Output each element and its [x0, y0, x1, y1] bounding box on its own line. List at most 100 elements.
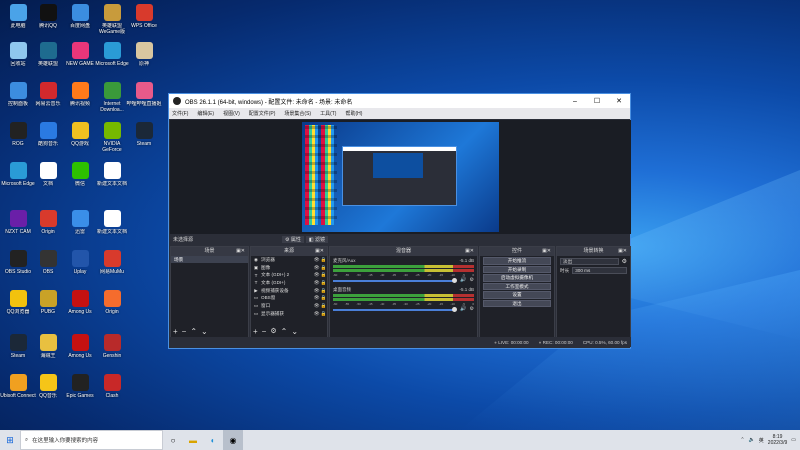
visibility-eye-icon[interactable]: 👁	[313, 280, 320, 286]
desktop-shortcut[interactable]: 微信	[64, 160, 96, 196]
visibility-eye-icon[interactable]: 👁	[313, 265, 320, 271]
clock[interactable]: 8:19 2022/3/9	[768, 434, 787, 446]
desktop-shortcut[interactable]: QQ音乐	[32, 372, 64, 408]
slider-knob[interactable]	[452, 278, 458, 283]
control-button[interactable]: 设置	[483, 291, 551, 299]
move-down-icon[interactable]: ⌄	[291, 327, 298, 336]
gear-icon[interactable]: ⚙	[470, 306, 474, 312]
dock-close-icon[interactable]: ▣✕	[542, 247, 551, 256]
gear-icon[interactable]: ⚙	[470, 277, 474, 283]
desktop-shortcut[interactable]: Among Us	[64, 332, 96, 368]
preview-canvas[interactable]	[170, 120, 631, 234]
visibility-eye-icon[interactable]: 👁	[313, 288, 320, 294]
desktop-shortcut[interactable]: Epic Games	[64, 372, 96, 408]
add-scene-icon[interactable]: +	[173, 327, 178, 336]
desktop-shortcut[interactable]: Internet Downloa...	[96, 80, 128, 116]
transition-settings-icon[interactable]: ⚙	[622, 258, 627, 265]
dock-close-icon[interactable]: ▣✕	[465, 247, 474, 256]
move-up-icon[interactable]: ⌃	[281, 327, 288, 336]
lock-icon[interactable]: 🔒	[320, 265, 327, 271]
taskbar-search[interactable]: ⌕ 在这里输入你要搜索的内容	[20, 430, 163, 450]
lock-icon[interactable]: 🔒	[320, 288, 327, 294]
lock-icon[interactable]: 🔒	[320, 311, 327, 317]
filters-button[interactable]: ◧ 滤镜	[305, 236, 329, 243]
lock-icon[interactable]: 🔒	[320, 280, 327, 286]
desktop-shortcut[interactable]: PUBG	[32, 288, 64, 324]
source-item[interactable]: T 文本 (GDI+) 👁 🔒	[251, 279, 327, 287]
properties-button[interactable]: ⚙ 属性	[282, 236, 304, 243]
menu-item[interactable]: 编辑(E)	[197, 110, 214, 117]
task-view-icon[interactable]: ○	[163, 430, 183, 450]
desktop-shortcut[interactable]: OBS	[32, 248, 64, 284]
desktop-shortcut[interactable]: Origin	[32, 208, 64, 244]
desktop-shortcut[interactable]: Clash	[96, 372, 128, 408]
control-button[interactable]: 开始推流	[483, 257, 551, 265]
speaker-icon[interactable]: 🔊	[460, 277, 466, 283]
windows-start-icon[interactable]: ⊞	[0, 435, 20, 446]
edge-taskbar-icon[interactable]: ◐	[203, 430, 223, 450]
menu-item[interactable]: 场景集合(S)	[284, 110, 311, 117]
add-source-icon[interactable]: +	[253, 327, 258, 336]
menu-item[interactable]: 配置文件(P)	[249, 110, 276, 117]
desktop-shortcut[interactable]: NVIDIA GeForce	[96, 120, 128, 156]
source-item[interactable]: ▭ 窗口 👁 🔒	[251, 302, 327, 310]
desktop-shortcut[interactable]: 网易云音乐	[32, 80, 64, 116]
visibility-eye-icon[interactable]: 👁	[313, 272, 320, 278]
visibility-eye-icon[interactable]: 👁	[313, 257, 320, 263]
menu-item[interactable]: 视图(V)	[223, 110, 240, 117]
scene-item[interactable]: 场景	[171, 256, 248, 263]
desktop-shortcut[interactable]: 哔哩哔哩直播姬	[126, 80, 162, 116]
control-button[interactable]: 退出	[483, 299, 551, 307]
desktop-shortcut[interactable]: 腾讯视频	[64, 80, 96, 116]
speaker-icon[interactable]: 🔈	[749, 437, 755, 443]
desktop-shortcut[interactable]: Steam	[128, 120, 160, 156]
tray-chevron-icon[interactable]: ⌃	[740, 437, 744, 443]
source-item[interactable]: ▶ 视频捕获设备 👁 🔒	[251, 287, 327, 295]
dock-close-icon[interactable]: ▣✕	[315, 247, 324, 256]
input-method[interactable]: 英	[759, 437, 764, 444]
source-item[interactable]: ◉ 浏览器 👁 🔒	[251, 256, 327, 264]
desktop-shortcut[interactable]: Uplay	[64, 248, 96, 284]
desktop-shortcut[interactable]: WPS Office	[128, 2, 160, 38]
lock-icon[interactable]: 🔒	[320, 295, 327, 301]
source-item[interactable]: ▣ 图像 👁 🔒	[251, 264, 327, 272]
visibility-eye-icon[interactable]: 👁	[313, 311, 320, 317]
volume-slider[interactable]	[333, 307, 458, 312]
file-explorer-icon[interactable]: ▬	[183, 430, 203, 450]
desktop-shortcut[interactable]: 海贼王	[32, 332, 64, 368]
dock-close-icon[interactable]: ▣✕	[618, 247, 627, 256]
speaker-icon[interactable]: 🔊	[460, 306, 466, 312]
obs-titlebar[interactable]: OBS 26.1.1 (64-bit, windows) - 配置文件: 未命名…	[169, 94, 630, 108]
close-icon[interactable]: ✕	[608, 97, 630, 105]
desktop-shortcut[interactable]: 英雄联盟	[32, 40, 64, 76]
visibility-eye-icon[interactable]: 👁	[313, 303, 320, 309]
desktop-shortcut[interactable]: 新建文本文档	[96, 160, 128, 196]
transition-select[interactable]: 淡出	[560, 258, 619, 265]
desktop-shortcut[interactable]: 迅雷	[64, 208, 96, 244]
lock-icon[interactable]: 🔒	[320, 257, 327, 263]
control-button[interactable]: 启动虚拟摄像机	[483, 274, 551, 282]
control-button[interactable]: 工作室模式	[483, 282, 551, 290]
desktop-shortcut[interactable]: QQ游戏	[64, 120, 96, 156]
source-item[interactable]: T 文本 (GDI+) 2 👁 🔒	[251, 271, 327, 279]
obs-window[interactable]: OBS 26.1.1 (64-bit, windows) - 配置文件: 未命名…	[168, 93, 631, 349]
remove-scene-icon[interactable]: −	[182, 327, 187, 336]
dock-close-icon[interactable]: ▣✕	[236, 247, 245, 256]
lock-icon[interactable]: 🔒	[320, 272, 327, 278]
visibility-eye-icon[interactable]: 👁	[313, 295, 320, 301]
desktop-shortcut[interactable]: NEW GAME	[64, 40, 96, 76]
desktop-shortcut[interactable]: Genshin	[96, 332, 128, 368]
maximize-icon[interactable]: ☐	[586, 97, 608, 105]
notification-icon[interactable]: ▭	[791, 437, 796, 443]
move-up-icon[interactable]: ⌃	[190, 327, 197, 336]
volume-slider[interactable]	[333, 278, 458, 283]
desktop-shortcut[interactable]: 新建文本文档	[96, 208, 128, 244]
desktop-shortcut[interactable]: 酷狗音乐	[32, 120, 64, 156]
desktop-shortcut[interactable]: Among Us	[64, 288, 96, 324]
desktop-shortcut[interactable]: 腾讯QQ	[32, 2, 64, 38]
source-item[interactable]: ▭ 显示器捕获 👁 🔒	[251, 310, 327, 318]
duration-input[interactable]: 300 ms	[572, 267, 627, 274]
desktop-shortcut[interactable]: 文档	[32, 160, 64, 196]
menu-item[interactable]: 帮助(H)	[345, 110, 362, 117]
control-button[interactable]: 开始录制	[483, 265, 551, 273]
